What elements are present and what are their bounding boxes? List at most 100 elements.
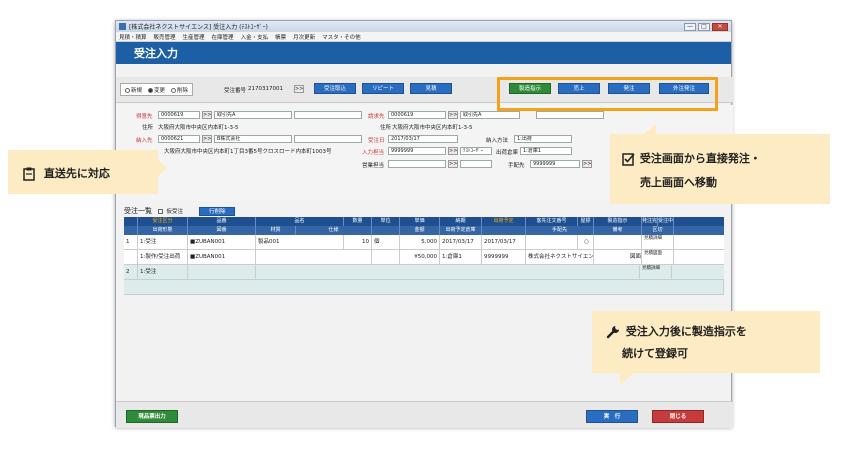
execute-button[interactable]: 実 行 bbox=[586, 410, 638, 423]
input-person-code-input[interactable]: 9999999 bbox=[388, 147, 446, 155]
menu-item[interactable]: 生産管理 bbox=[183, 33, 205, 41]
minimize-button[interactable]: — bbox=[684, 22, 696, 31]
customer-name-input[interactable]: 取引先A bbox=[214, 111, 292, 119]
menu-item[interactable]: マスタ・その他 bbox=[322, 33, 361, 41]
customer-extra-select[interactable] bbox=[294, 111, 362, 119]
cell-customer-order-no[interactable] bbox=[526, 235, 578, 249]
col-order-complete[interactable]: 発注完了 bbox=[642, 217, 658, 226]
sales-person-lookup-button[interactable]: >> bbox=[448, 160, 458, 168]
col-separator[interactable]: 区切 bbox=[642, 226, 674, 235]
col-amount[interactable]: 金額 bbox=[400, 226, 440, 235]
cell-order-kind[interactable]: 1:受注 bbox=[138, 265, 188, 279]
estimate-button[interactable]: 見積 bbox=[410, 83, 452, 94]
customer-addr: 大阪府大阪市中央区内本町1-3-5 bbox=[158, 125, 239, 131]
menu-item[interactable]: 月次更新 bbox=[293, 33, 315, 41]
table-row[interactable]: 1:製作/受注出荷 ■ZUBAN001 ¥50,000 1:倉庫1 999999… bbox=[124, 250, 724, 265]
cell-part[interactable] bbox=[188, 265, 256, 279]
menu-item[interactable]: 入金・支払 bbox=[241, 33, 269, 41]
import-button[interactable]: 受注取込 bbox=[314, 83, 356, 94]
col-customer-order-no[interactable]: 客先注文番号 bbox=[526, 217, 578, 226]
cell-name[interactable]: 製品001 bbox=[256, 235, 344, 249]
table-row[interactable]: 1 1:受注 ■ZUBAN001 製品001 10 個 5,000 2017/0… bbox=[124, 235, 724, 250]
estimate-drawing-button[interactable]: 見積図面 bbox=[642, 250, 674, 264]
input-person-lookup-button[interactable]: >> bbox=[448, 147, 458, 155]
cell-order-kind[interactable]: 1:受注 bbox=[138, 235, 188, 249]
menu-item[interactable]: 販売管理 bbox=[154, 33, 176, 41]
arrangement-lookup-button[interactable]: >> bbox=[582, 160, 592, 168]
delete-row-button[interactable]: 行削除 bbox=[199, 207, 236, 216]
col-ship-form[interactable]: 出荷形態 bbox=[138, 226, 188, 235]
cell-material-spec[interactable] bbox=[256, 250, 372, 264]
cell-qty[interactable]: 10 bbox=[344, 235, 372, 249]
col-part[interactable]: 品番 bbox=[188, 217, 256, 226]
cell-amount[interactable]: ¥50,000 bbox=[400, 250, 440, 264]
customer-code-input[interactable]: 0000619 bbox=[158, 111, 200, 119]
ship-warehouse-select[interactable]: 1:倉庫1 bbox=[520, 147, 572, 155]
order-no-lookup-button[interactable]: >> bbox=[294, 85, 304, 93]
menu-item[interactable]: 帳票 bbox=[275, 33, 286, 41]
repeat-button[interactable]: リピート bbox=[362, 83, 404, 94]
estimate-detail-button[interactable]: 見積詳細 bbox=[642, 235, 674, 249]
billing-lookup-button[interactable]: >> bbox=[448, 111, 458, 119]
arrangement-code-input[interactable]: 9999999 bbox=[530, 160, 580, 168]
col-due[interactable]: 納期 bbox=[440, 217, 482, 226]
cell-ship-plan[interactable]: 2017/03/17 bbox=[482, 235, 526, 249]
col-order-kind[interactable]: 受注区分 bbox=[138, 217, 188, 226]
col-name[interactable]: 品名 bbox=[256, 217, 344, 226]
provisional-checkbox[interactable] bbox=[158, 208, 164, 214]
maximize-button[interactable]: □ bbox=[698, 22, 710, 31]
billing-code-input[interactable]: 0000619 bbox=[388, 111, 446, 119]
cell-price[interactable]: 5,000 bbox=[400, 235, 440, 249]
menu-item[interactable]: 在庫管理 bbox=[212, 33, 234, 41]
col-remark[interactable]: 備考 bbox=[594, 226, 642, 235]
billing-extra-select[interactable] bbox=[536, 111, 604, 119]
ship-lookup-button[interactable]: >> bbox=[202, 135, 212, 143]
close-button[interactable]: 閉じる bbox=[652, 410, 704, 423]
ship-extra-select[interactable] bbox=[294, 135, 362, 143]
cell-ship-warehouse[interactable]: 1:倉庫1 bbox=[440, 250, 482, 264]
col-ship-warehouse[interactable]: 出荷予定倉庫 bbox=[440, 226, 482, 235]
order-date-label: 受注日 bbox=[368, 138, 385, 144]
col-spec[interactable]: 仕様 bbox=[296, 226, 372, 235]
col-drawing[interactable]: 図番 bbox=[188, 226, 256, 235]
ship-code-input[interactable]: 0000621 bbox=[158, 135, 200, 143]
ship-name-input[interactable]: B株式会社 bbox=[214, 135, 292, 143]
col-manufacture[interactable]: 製造指示 bbox=[594, 217, 642, 226]
col-qty[interactable]: 数量 bbox=[344, 217, 372, 226]
mode-new[interactable]: 新規 bbox=[125, 86, 142, 94]
close-window-button[interactable]: ✕ bbox=[712, 22, 728, 31]
table-row[interactable] bbox=[124, 280, 724, 295]
sales-person-input[interactable] bbox=[388, 160, 446, 168]
cell-drawing-button[interactable]: 図面 bbox=[594, 250, 642, 264]
cell-empty[interactable] bbox=[256, 265, 640, 279]
cell-empty[interactable] bbox=[124, 280, 724, 294]
col-arrangement[interactable]: 手配先 bbox=[526, 226, 594, 235]
mode-delete[interactable]: 削除 bbox=[171, 86, 188, 94]
cell-unit[interactable]: 個 bbox=[372, 235, 400, 249]
customer-lookup-button[interactable]: >> bbox=[202, 111, 212, 119]
col-unit[interactable]: 単位 bbox=[372, 217, 400, 226]
cell-due[interactable]: 2017/03/17 bbox=[440, 235, 482, 249]
col-mark[interactable]: 屋標 bbox=[578, 217, 594, 226]
cell-part[interactable]: ■ZUBAN001 bbox=[188, 235, 256, 249]
invoice-print-button[interactable]: 現品票出力 bbox=[126, 410, 178, 423]
col-price[interactable]: 単価 bbox=[400, 217, 440, 226]
table-row[interactable]: 2 1:受注 見積詳細 bbox=[124, 265, 724, 280]
billing-name-input[interactable]: 取引先A bbox=[460, 111, 520, 119]
col-order-cancel[interactable]: 受注中止 bbox=[658, 217, 674, 226]
cell-drawing[interactable]: ■ZUBAN001 bbox=[188, 250, 256, 264]
cell-arrangement-code[interactable]: 9999999 bbox=[482, 250, 526, 264]
mode-edit[interactable]: 変更 bbox=[148, 86, 165, 94]
estimate-detail-button[interactable]: 見積詳細 bbox=[640, 265, 672, 279]
customer-addr-label: 住所 bbox=[142, 125, 154, 131]
order-date-input[interactable]: 2017/03/17 bbox=[388, 135, 458, 143]
cell-ship-form[interactable]: 1:製作/受注出荷 bbox=[138, 250, 188, 264]
col-material[interactable]: 材質 bbox=[256, 226, 296, 235]
cell-manufacture[interactable] bbox=[594, 235, 642, 249]
cell-arrangement-name[interactable]: 株式会社ネクストサイエン bbox=[526, 250, 594, 264]
row-number: 2 bbox=[124, 265, 138, 279]
order-sales-text-1: 受注画面から直接発注・ bbox=[639, 152, 761, 165]
menu-item[interactable]: 見積・積算 bbox=[119, 33, 147, 41]
delivery-method-select[interactable]: 1:出荷 bbox=[514, 135, 572, 143]
col-ship-plan[interactable]: 出荷予定 bbox=[482, 217, 526, 226]
